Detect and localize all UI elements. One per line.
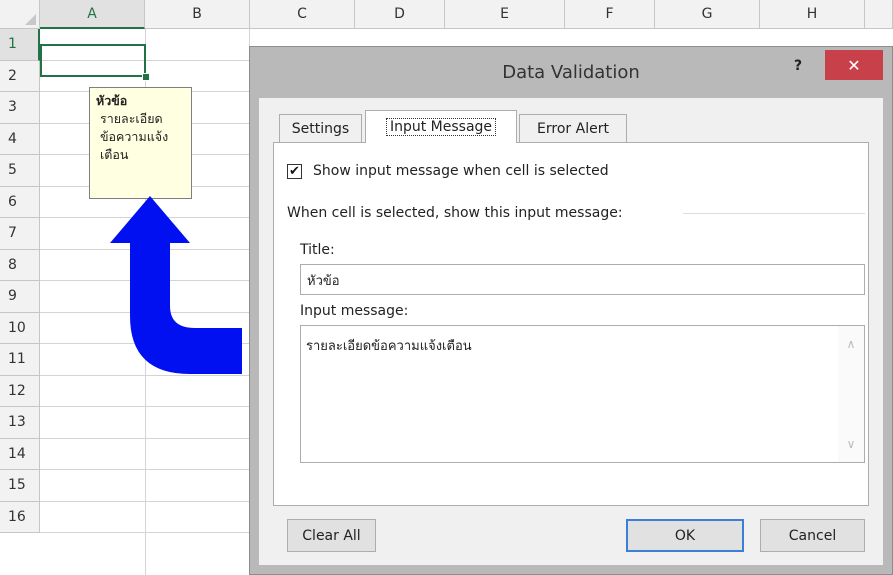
column-header-d[interactable]: D xyxy=(355,0,445,29)
input-message-label: Input message: xyxy=(300,303,409,319)
input-message-tooltip: หัวข้อ รายละเอียด ข้อความแจ้ง เตือน xyxy=(89,87,192,199)
show-message-checkbox[interactable]: ✔ xyxy=(287,164,302,179)
row-header-8[interactable]: 8 xyxy=(0,249,40,281)
help-button[interactable]: ? xyxy=(783,52,813,80)
tab-error-alert[interactable]: Error Alert xyxy=(519,114,627,142)
row-header-12[interactable]: 12 xyxy=(0,375,40,407)
fill-handle[interactable] xyxy=(142,73,150,81)
row-header-16[interactable]: 16 xyxy=(0,501,40,533)
row-header-7[interactable]: 7 xyxy=(0,218,40,250)
show-message-label[interactable]: Show input message when cell is selected xyxy=(313,163,609,179)
row-header-9[interactable]: 9 xyxy=(0,281,40,313)
blue-up-arrow-icon xyxy=(110,196,242,374)
row-header-2[interactable]: 2 xyxy=(0,60,40,92)
input-message-textarea[interactable]: รายละเอียดข้อความแจ้งเตือน xyxy=(300,325,865,463)
scroll-up-icon[interactable]: ∧ xyxy=(838,334,864,354)
column-header-b[interactable]: B xyxy=(145,0,250,29)
checkmark-icon: ✔ xyxy=(289,164,300,179)
column-header-e[interactable]: E xyxy=(445,0,565,29)
row-header-4[interactable]: 4 xyxy=(0,123,40,155)
column-header-h[interactable]: H xyxy=(760,0,865,29)
row-header-10[interactable]: 10 xyxy=(0,312,40,344)
select-all-corner[interactable] xyxy=(0,0,40,29)
title-label: Title: xyxy=(300,242,335,258)
column-header-next xyxy=(865,0,893,29)
tab-input-message[interactable]: Input Message xyxy=(365,110,517,143)
ok-button[interactable]: OK xyxy=(626,519,744,552)
column-header-a[interactable]: A xyxy=(40,0,145,29)
row-header-15[interactable]: 15 xyxy=(0,470,40,502)
scroll-down-icon[interactable]: ∨ xyxy=(838,434,864,454)
row-header-14[interactable]: 14 xyxy=(0,438,40,470)
row-header-1[interactable]: 1 xyxy=(0,29,40,61)
tooltip-body: รายละเอียด ข้อความแจ้ง เตือน xyxy=(100,111,169,162)
row-header-5[interactable]: 5 xyxy=(0,155,40,187)
close-button[interactable]: ✕ xyxy=(825,50,883,80)
active-cell-a1[interactable] xyxy=(40,44,146,77)
column-header-g[interactable]: G xyxy=(655,0,760,29)
tooltip-title: หัวข้อ xyxy=(96,93,128,108)
row-header-3[interactable]: 3 xyxy=(0,92,40,124)
row-header-11[interactable]: 11 xyxy=(0,344,40,376)
group-label: When cell is selected, show this input m… xyxy=(287,205,623,221)
row-header-13[interactable]: 13 xyxy=(0,407,40,439)
tab-settings[interactable]: Settings xyxy=(279,114,362,142)
clear-all-button[interactable]: Clear All xyxy=(287,519,376,552)
close-icon: ✕ xyxy=(847,55,861,75)
message-scrollbar[interactable]: ∧ ∨ xyxy=(838,326,864,462)
tab-input-message-label: Input Message xyxy=(385,118,497,136)
group-divider xyxy=(683,213,865,214)
column-header-c[interactable]: C xyxy=(250,0,355,29)
row-header-6[interactable]: 6 xyxy=(0,186,40,218)
column-header-f[interactable]: F xyxy=(565,0,655,29)
title-input[interactable]: หัวข้อ xyxy=(300,264,865,295)
cancel-button[interactable]: Cancel xyxy=(760,519,865,552)
